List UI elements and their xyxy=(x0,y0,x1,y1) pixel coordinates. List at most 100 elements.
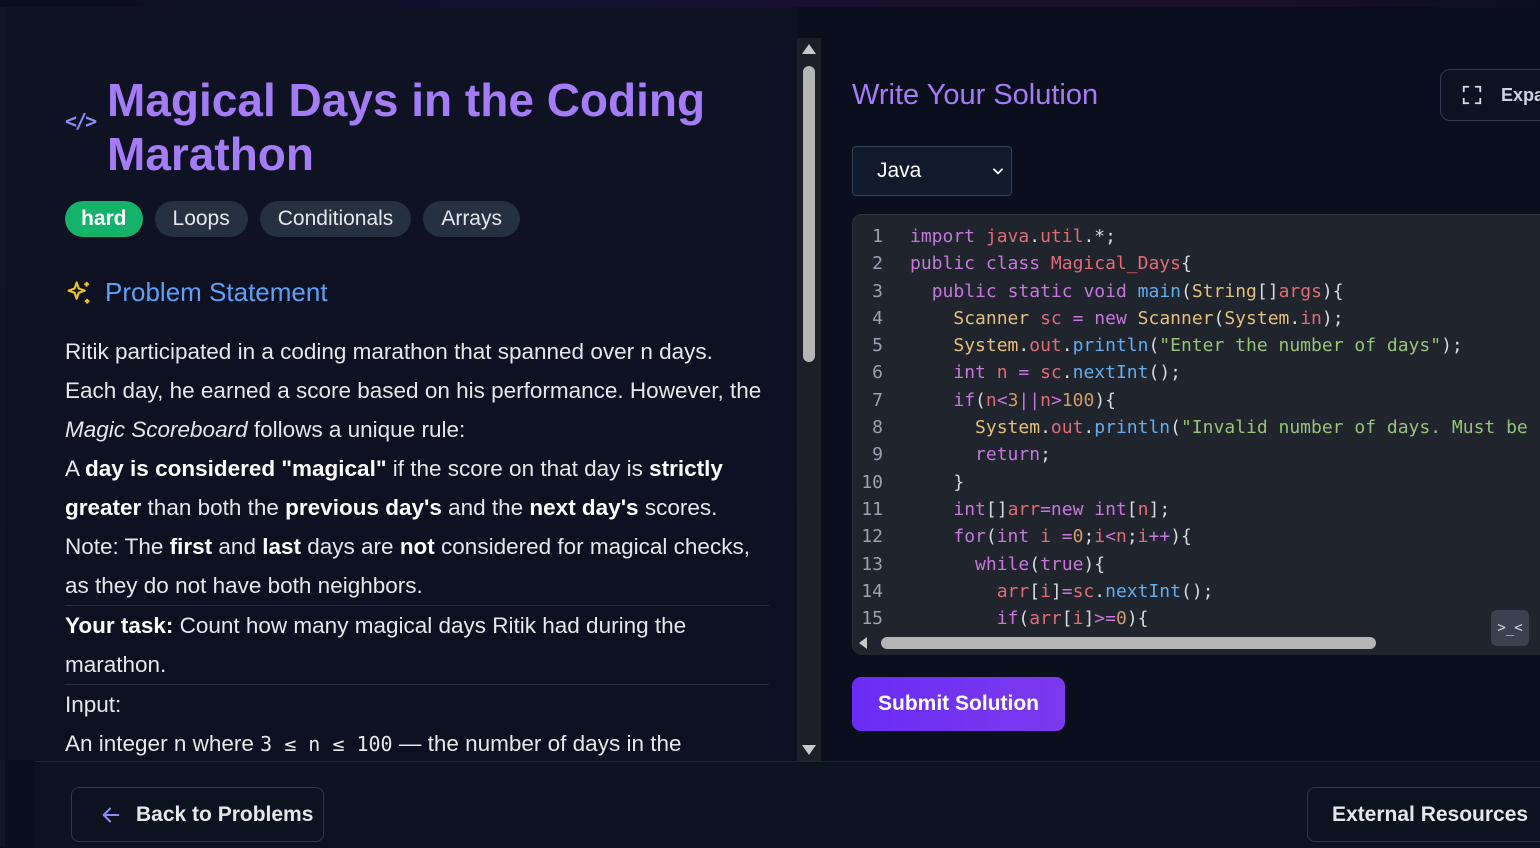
expand-button[interactable]: Expa xyxy=(1440,69,1540,121)
code-text[interactable]: int n = sc.nextInt(); xyxy=(883,359,1181,386)
code-line[interactable]: 3 public static void main(String[]args){ xyxy=(853,278,1540,305)
code-text[interactable]: System.out.println("Enter the number of … xyxy=(883,332,1462,359)
bold-text: last xyxy=(262,534,301,559)
back-to-problems-button[interactable]: Back to Problems xyxy=(71,787,324,842)
arrow-left-icon xyxy=(102,807,120,822)
problem-note: Note: The first and last days are not co… xyxy=(65,527,769,605)
text-span: An integer n where xyxy=(65,731,261,756)
line-number: 11 xyxy=(861,498,883,520)
text-span: and xyxy=(212,534,263,559)
code-line[interactable]: 2 public class Magical_Days{ xyxy=(853,250,1540,277)
problem-statement-heading: Problem Statement xyxy=(65,277,328,308)
problem-title: Magical Days in the Coding Marathon xyxy=(107,74,706,180)
line-number: 14 xyxy=(861,580,883,602)
sparkle-icon xyxy=(67,280,90,303)
line-number: 6 xyxy=(872,362,883,384)
section-heading: Problem Statement xyxy=(105,277,328,307)
text-span: Ritik participated in a coding marathon … xyxy=(65,339,762,403)
code-lines[interactable]: 1 import java.util.*; 2 public class Magica… xyxy=(853,223,1540,632)
scroll-down-arrow-icon[interactable] xyxy=(802,745,816,755)
code-text[interactable]: Scanner sc = new Scanner(System.in); xyxy=(883,305,1343,332)
text-span: and the xyxy=(441,495,530,520)
tag-list: hard Loops Conditionals Arrays xyxy=(65,201,520,237)
problem-panel: </> Magical Days in the Coding Marathon … xyxy=(5,7,797,761)
code-line[interactable]: 1 import java.util.*; xyxy=(853,223,1540,250)
code-line[interactable]: 7 if(n<3||n>100){ xyxy=(853,387,1540,414)
line-number: 8 xyxy=(872,417,883,439)
code-line[interactable]: 5 System.out.println("Enter the number o… xyxy=(853,332,1540,359)
text-span: scores. xyxy=(638,495,718,520)
text-span: Note: The xyxy=(65,534,170,559)
task-paragraph: Your task: Count how many magical days R… xyxy=(65,605,769,684)
code-text[interactable]: int[]arr=new int[n]; xyxy=(883,496,1170,523)
scroll-up-arrow-icon[interactable] xyxy=(802,44,816,54)
inline-code: 3 ≤ n ≤ 100 xyxy=(260,732,393,756)
expand-label: Expa xyxy=(1501,84,1540,105)
code-text[interactable]: import java.util.*; xyxy=(883,223,1116,250)
text-span: days are xyxy=(301,534,400,559)
code-line[interactable]: 8 System.out.println("Invalid number of … xyxy=(853,414,1540,441)
code-text[interactable]: System.out.println("Invalid number of da… xyxy=(883,414,1540,441)
line-number: 5 xyxy=(872,335,883,357)
code-text[interactable]: for(int i =0;i<n;i++){ xyxy=(883,523,1192,550)
code-line[interactable]: 10 } xyxy=(853,469,1540,496)
difficulty-badge: hard xyxy=(65,201,143,237)
code-text[interactable]: return; xyxy=(883,441,1051,468)
code-line[interactable]: 4 Scanner sc = new Scanner(System.in); xyxy=(853,305,1540,332)
code-line[interactable]: 9 return; xyxy=(853,441,1540,468)
problem-scrollbar[interactable] xyxy=(797,38,821,761)
chevron-down-icon xyxy=(993,168,1003,175)
problem-paragraph-1: Ritik participated in a coding marathon … xyxy=(65,332,769,449)
tag-loops: Loops xyxy=(154,201,248,237)
code-icon: </> xyxy=(65,109,97,133)
bold-text: next day's xyxy=(529,495,639,520)
tag-arrays: Arrays xyxy=(423,201,520,237)
code-text[interactable]: arr[i]=sc.nextInt(); xyxy=(883,578,1214,605)
code-editor[interactable]: 1 import java.util.*; 2 public class Magica… xyxy=(852,214,1540,655)
external-resources-button[interactable]: External Resources xyxy=(1307,787,1540,842)
external-label: External Resources xyxy=(1332,802,1529,826)
language-select[interactable]: Java xyxy=(852,146,1012,196)
line-number: 2 xyxy=(872,253,883,275)
submit-solution-button[interactable]: Submit Solution xyxy=(852,677,1065,731)
code-line[interactable]: 14 arr[i]=sc.nextInt(); xyxy=(853,578,1540,605)
code-line[interactable]: 13 while(true){ xyxy=(853,551,1540,578)
input-heading: Input: xyxy=(65,684,769,724)
line-number: 1 xyxy=(872,226,883,247)
editor-horizontal-scrollbar[interactable] xyxy=(853,629,1540,655)
code-text[interactable]: if(n<3||n>100){ xyxy=(883,387,1116,414)
editor-scrollbar-thumb[interactable] xyxy=(881,637,1376,649)
text-span: follows a unique rule: xyxy=(247,417,466,442)
code-text[interactable]: public class Magical_Days{ xyxy=(883,250,1192,277)
text-span: if the score on that day is xyxy=(386,456,650,481)
input-description: An integer n where 3 ≤ n ≤ 100 — the num… xyxy=(65,724,769,761)
footer-bar: Back to Problems External Resources xyxy=(35,761,1540,848)
bold-text: first xyxy=(169,534,213,559)
line-number: 12 xyxy=(861,526,883,548)
line-number: 4 xyxy=(872,307,883,329)
code-text[interactable]: public static void main(String[]args){ xyxy=(883,278,1344,305)
code-text[interactable]: } xyxy=(883,469,964,496)
code-line[interactable]: 12 for(int i =0;i<n;i++){ xyxy=(853,523,1540,550)
text-span: than both the xyxy=(141,495,286,520)
bold-text: day is considered "magical" xyxy=(85,456,387,481)
scrollbar-thumb[interactable] xyxy=(803,66,815,362)
back-label: Back to Problems xyxy=(136,802,314,826)
scroll-left-arrow-icon[interactable] xyxy=(859,637,867,649)
problem-paragraph-2: A day is considered "magical" if the sco… xyxy=(65,449,769,527)
bold-text: not xyxy=(399,534,435,559)
terminal-icon[interactable]: >_< xyxy=(1491,610,1529,646)
task-label: Your task: xyxy=(65,613,174,638)
solution-panel: Write Your Solution Expa Java 1 import ja… xyxy=(821,7,1540,761)
language-value: Java xyxy=(877,159,922,182)
code-text[interactable]: while(true){ xyxy=(883,551,1105,578)
tag-conditionals: Conditionals xyxy=(259,201,412,237)
code-line[interactable]: 6 int n = sc.nextInt(); xyxy=(853,359,1540,386)
text-span: A xyxy=(65,456,86,481)
code-line[interactable]: 11 int[]arr=new int[n]; xyxy=(853,496,1540,523)
expand-icon xyxy=(1462,85,1482,105)
line-number: 10 xyxy=(861,471,883,493)
bold-text: previous day's xyxy=(285,495,442,520)
problem-description: Ritik participated in a coding marathon … xyxy=(65,332,769,761)
line-number: 7 xyxy=(872,389,883,411)
